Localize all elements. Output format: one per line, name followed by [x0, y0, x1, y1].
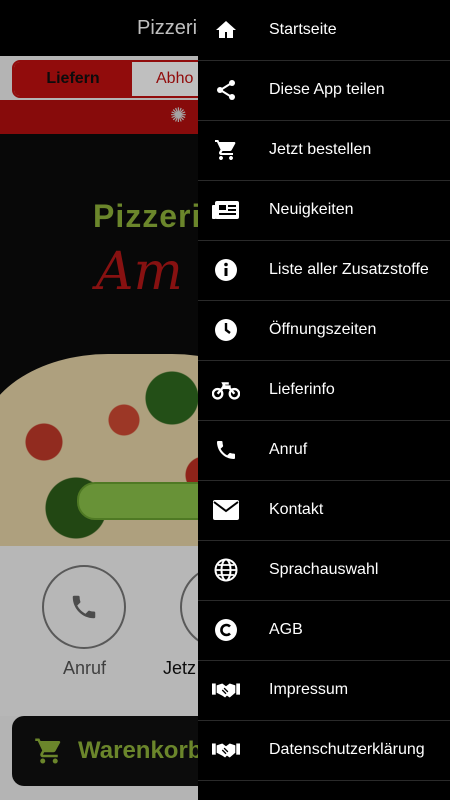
drawer-item-agb[interactable]: AGB	[198, 600, 450, 661]
drawer-item-label: Diese App teilen	[269, 81, 385, 98]
drawer-item-additives[interactable]: Liste aller Zusatzstoffe	[198, 240, 450, 301]
handshake-icon	[212, 736, 240, 764]
drawer-item-label: Öffnungszeiten	[269, 321, 377, 338]
drawer-item-opening-hours[interactable]: Öffnungszeiten	[198, 300, 450, 361]
home-icon	[212, 16, 240, 44]
copyright-icon	[212, 616, 240, 644]
drawer-item-imprint[interactable]: Impressum	[198, 660, 450, 721]
drawer-item-startseite[interactable]: Startseite	[198, 0, 450, 61]
drawer-item-label: Startseite	[269, 21, 337, 38]
motorcycle-icon	[212, 376, 240, 404]
drawer-item-label: Jetzt bestellen	[269, 141, 372, 158]
drawer-item-label: Impressum	[269, 681, 349, 698]
drawer-item-share[interactable]: Diese App teilen	[198, 60, 450, 121]
drawer-item-privacy[interactable]: Datenschutzerklärung	[198, 720, 450, 781]
share-icon	[212, 76, 240, 104]
envelope-icon	[212, 496, 240, 524]
drawer-item-order[interactable]: Jetzt bestellen	[198, 120, 450, 181]
cart-icon	[212, 136, 240, 164]
drawer-item-call[interactable]: Anruf	[198, 420, 450, 481]
drawer-item-delivery-info[interactable]: Lieferinfo	[198, 360, 450, 421]
info-icon	[212, 256, 240, 284]
globe-icon	[212, 556, 240, 584]
handshake-icon	[212, 676, 240, 704]
drawer-item-label: Kontakt	[269, 501, 324, 518]
drawer-item-language[interactable]: Sprachauswahl	[198, 540, 450, 601]
drawer-item-label: Sprachauswahl	[269, 561, 379, 578]
drawer-item-label: Liste aller Zusatzstoffe	[269, 261, 429, 278]
drawer-item-contact[interactable]: Kontakt	[198, 480, 450, 541]
drawer-item-news[interactable]: Neuigkeiten	[198, 180, 450, 241]
clock-icon	[212, 316, 240, 344]
drawer-item-label: Lieferinfo	[269, 381, 335, 398]
drawer-item-label: Anruf	[269, 441, 308, 458]
drawer-item-label: Neuigkeiten	[269, 201, 354, 218]
drawer-item-label: AGB	[269, 621, 303, 638]
drawer-item-label: Datenschutzerklärung	[269, 741, 425, 758]
navigation-drawer: Startseite Diese App teilen Jetzt bestel…	[198, 0, 450, 800]
news-icon	[212, 196, 240, 224]
phone-icon	[212, 436, 240, 464]
